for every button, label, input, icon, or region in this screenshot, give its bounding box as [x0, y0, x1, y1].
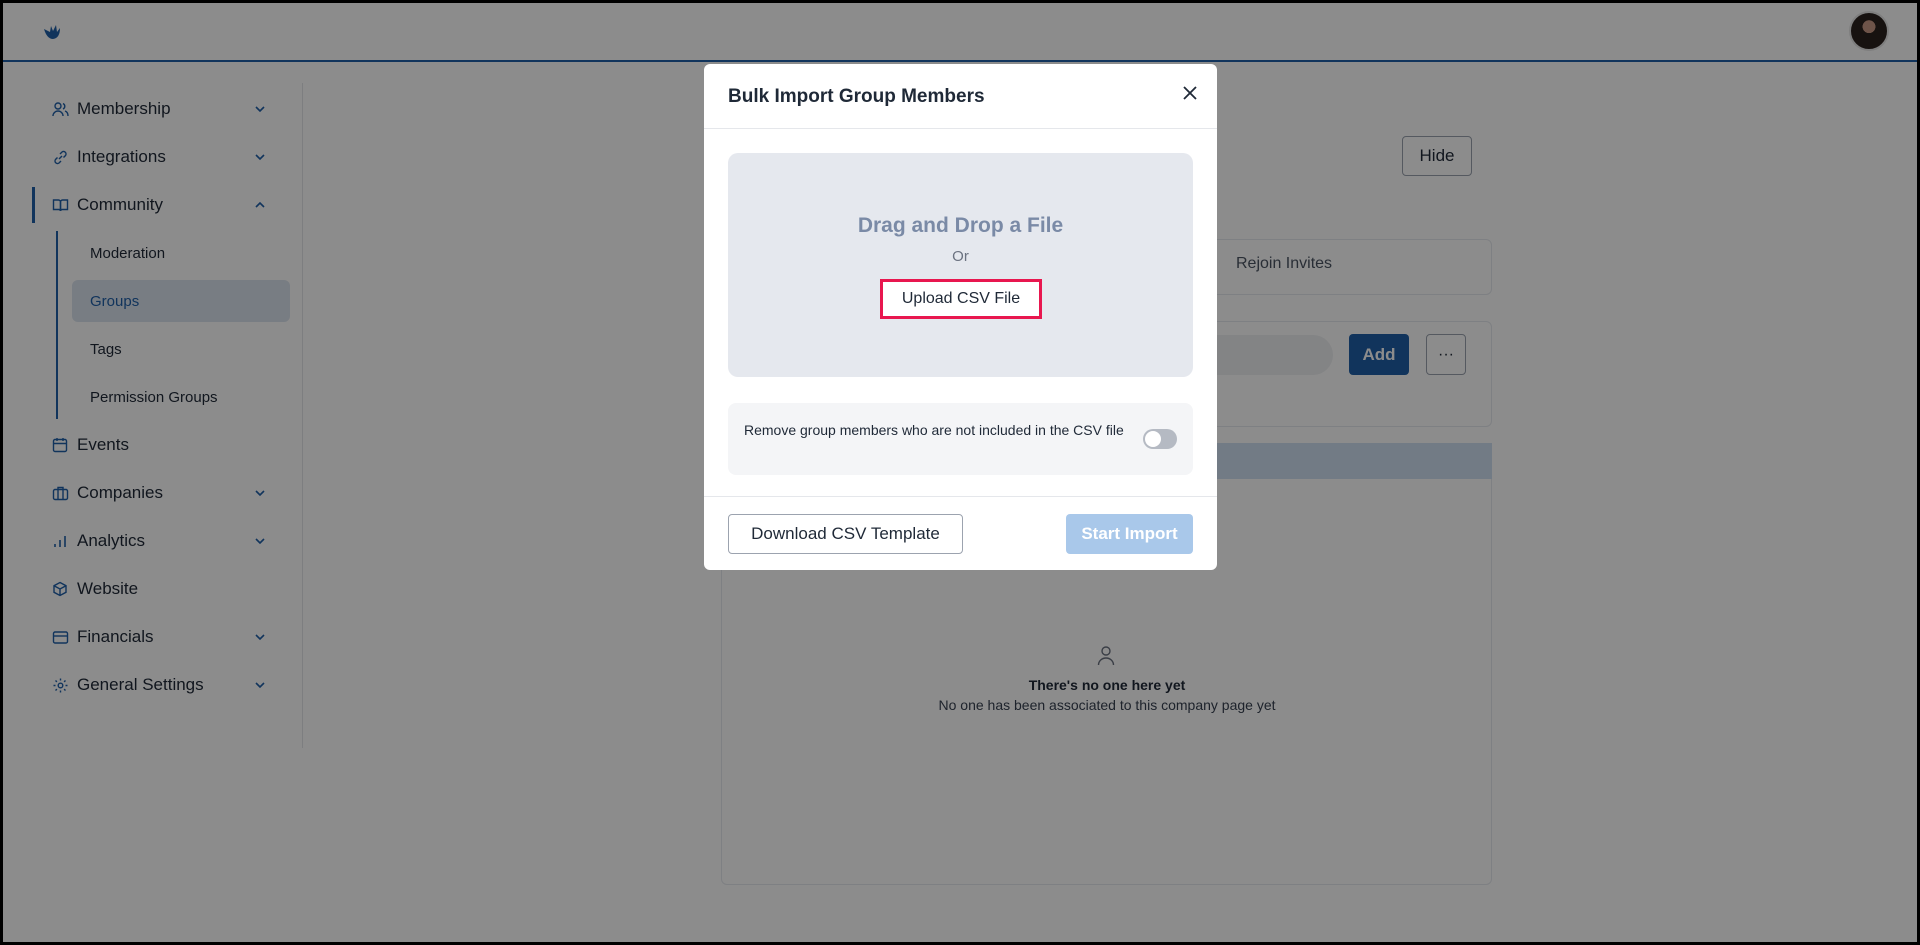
dropzone-or: Or: [952, 248, 969, 265]
remove-members-option: Remove group members who are not include…: [728, 403, 1193, 475]
app-window: Membership Integrations Community Modera…: [3, 3, 1917, 942]
download-csv-template-button[interactable]: Download CSV Template: [728, 514, 963, 554]
modal-footer: Download CSV Template Start Import: [704, 496, 1217, 570]
close-icon[interactable]: [1180, 83, 1200, 103]
modal-title: Bulk Import Group Members: [728, 86, 985, 107]
dropzone-title: Drag and Drop a File: [857, 214, 1064, 237]
file-dropzone[interactable]: Drag and Drop a File Or Upload CSV File: [728, 153, 1193, 377]
start-import-button[interactable]: Start Import: [1066, 514, 1193, 554]
modal-header: Bulk Import Group Members: [704, 64, 1217, 129]
bulk-import-modal: Bulk Import Group Members Drag and Drop …: [704, 64, 1217, 570]
toggle-label: Remove group members who are not include…: [744, 422, 1124, 438]
upload-csv-button[interactable]: Upload CSV File: [880, 279, 1042, 319]
remove-members-toggle[interactable]: [1143, 429, 1177, 449]
